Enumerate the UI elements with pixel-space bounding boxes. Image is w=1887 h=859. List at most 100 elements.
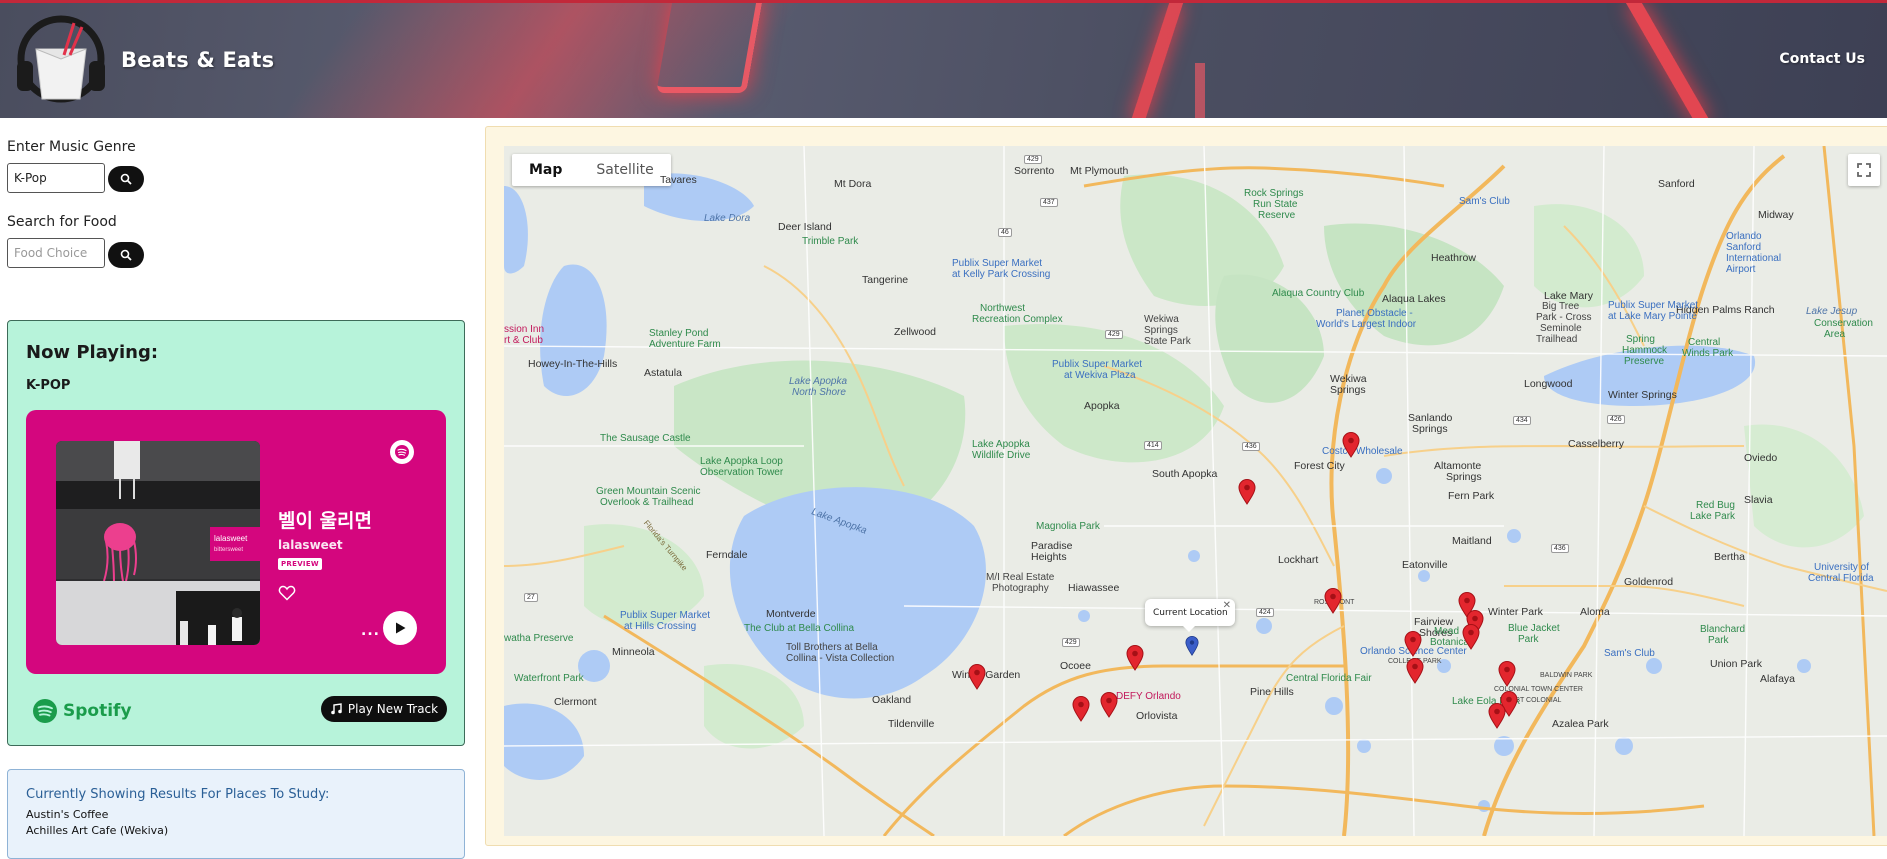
map-label: Heights: [1031, 551, 1067, 563]
map-label: Apopka: [1084, 400, 1120, 412]
map-label: Trailhead: [1536, 334, 1578, 345]
map-label: Slavia: [1744, 494, 1773, 506]
map-label: Rock Springs: [1244, 188, 1304, 199]
fullscreen-button[interactable]: [1848, 154, 1880, 186]
map-label: Hiawassee: [1068, 582, 1120, 594]
road-shield: 426: [1607, 415, 1625, 424]
map-marker-pin[interactable]: [1404, 631, 1422, 657]
food-search-button[interactable]: [108, 242, 144, 268]
album-text: lalasweet: [214, 534, 248, 543]
road-shield: 429: [1024, 155, 1042, 164]
map-label: rt & Club: [504, 335, 543, 346]
map-label: Tavares: [660, 174, 697, 186]
map-marker-pin[interactable]: [1126, 645, 1144, 671]
map-label: watha Preserve: [504, 633, 574, 644]
map-label: Recreation Complex: [972, 314, 1063, 325]
header-decoration: [1195, 63, 1205, 118]
road-shield: 436: [1551, 544, 1569, 553]
map-marker-pin[interactable]: [1100, 692, 1118, 718]
results-card: Currently Showing Results For Places To …: [7, 769, 465, 859]
logo-icon[interactable]: [14, 15, 108, 105]
map-marker-pin[interactable]: [968, 664, 986, 690]
map-marker-pin[interactable]: [1072, 696, 1090, 722]
sidebar: Enter Music Genre Search for Food Now Pl…: [0, 118, 476, 859]
spotify-logo: Spotify: [32, 698, 132, 724]
map-type-map-button[interactable]: Map: [512, 154, 579, 186]
map-label: Springs: [1446, 471, 1482, 483]
map-label: Photography: [992, 583, 1049, 594]
map-label: International: [1726, 253, 1782, 264]
road-shield: 414: [1144, 441, 1162, 450]
spotify-embed[interactable]: lalasweet bittersweet 벨이 울리면 lalasweet P…: [26, 410, 446, 674]
map-type-satellite-button[interactable]: Satellite: [579, 154, 670, 186]
map-label: at Wekiva Plaza: [1064, 370, 1136, 381]
map-marker-pin[interactable]: [1462, 624, 1480, 650]
map-label: Green Mountain Scenic: [596, 486, 701, 497]
map-label: Lake Apopka: [789, 376, 848, 387]
map-label: North Shore: [792, 387, 846, 398]
result-item[interactable]: Achilles Art Cafe (Wekiva): [26, 824, 168, 837]
map-label: M/I Real Estate: [986, 572, 1055, 583]
map[interactable]: Map Satellite Tavares Mt Dora Sorrento M…: [504, 146, 1887, 836]
map-label: Winter Springs: [1608, 389, 1677, 401]
map-label: BALDWIN PARK: [1540, 672, 1593, 679]
map-label: Central Florida Fair: [1286, 673, 1372, 684]
genre-label: Enter Music Genre: [7, 139, 136, 155]
map-label: Lake Dora: [704, 213, 751, 224]
map-label: Sanford: [1726, 242, 1762, 253]
map-marker-pin[interactable]: [1498, 661, 1516, 687]
album-art: lalasweet bittersweet: [56, 441, 260, 645]
map-label: Central Florida: [1808, 573, 1874, 584]
map-label: Minneola: [612, 646, 655, 658]
map-label: Planet Obstacle -: [1336, 308, 1413, 319]
map-label: at Hills Crossing: [624, 621, 697, 632]
map-label: Alaqua Country Club: [1272, 288, 1365, 299]
close-icon[interactable]: ✕: [1223, 600, 1231, 611]
map-label: World's Largest Indoor: [1316, 319, 1417, 330]
map-label: Alaqua Lakes: [1382, 293, 1446, 305]
food-input[interactable]: [7, 238, 105, 268]
map-marker-pin[interactable]: [1406, 658, 1424, 684]
map-label: Deer Island: [778, 221, 832, 233]
genre-input[interactable]: [7, 163, 105, 193]
spotify-icon[interactable]: [390, 440, 414, 464]
map-marker-pin[interactable]: [1342, 432, 1360, 458]
preview-badge: PREVIEW: [278, 558, 322, 570]
map-marker-pin[interactable]: [1488, 703, 1506, 729]
map-label: Red Bug: [1696, 500, 1735, 511]
contact-us-link[interactable]: Contact Us: [1779, 51, 1865, 67]
header-decoration: [1130, 3, 1184, 118]
map-marker-pin[interactable]: [1238, 479, 1256, 505]
map-label: Ocoee: [1060, 660, 1091, 672]
map-label: South Apopka: [1152, 468, 1218, 480]
fullscreen-icon: [1857, 163, 1871, 177]
play-new-track-button[interactable]: Play New Track: [321, 696, 447, 722]
map-marker-pin[interactable]: [1324, 588, 1342, 614]
track-artist[interactable]: lalasweet: [278, 538, 343, 552]
result-item[interactable]: Austin's Coffee: [26, 808, 108, 821]
heart-icon[interactable]: [278, 585, 296, 601]
map-label: Oviedo: [1744, 452, 1778, 464]
map-label: Big Tree: [1542, 301, 1580, 312]
play-new-track-label: Play New Track: [347, 702, 439, 716]
map-label: Winter Garden: [952, 669, 1021, 681]
brand-name[interactable]: Beats & Eats: [121, 48, 274, 72]
map-label: Orlovista: [1136, 710, 1178, 722]
genre-search-button[interactable]: [108, 166, 144, 192]
road-shield: 437: [1040, 198, 1058, 207]
map-label: Preserve: [1624, 356, 1665, 367]
map-label: Ferndale: [706, 549, 748, 561]
map-label: Blue Jacket: [1508, 623, 1560, 634]
map-label: Costco Wholesale: [1322, 446, 1403, 457]
map-label: Hammock: [1622, 345, 1668, 356]
map-label: Sam's Club: [1459, 196, 1510, 207]
map-label: Reserve: [1258, 210, 1296, 221]
play-icon: [396, 622, 406, 634]
map-label: Blanchard: [1700, 624, 1746, 635]
map-label: Fern Park: [1448, 490, 1495, 502]
more-options-button[interactable]: ...: [361, 623, 380, 639]
road-shield: 27: [524, 593, 538, 602]
current-location-marker[interactable]: [1185, 636, 1199, 656]
map-label: Area: [1824, 329, 1846, 340]
play-button[interactable]: [383, 611, 417, 645]
